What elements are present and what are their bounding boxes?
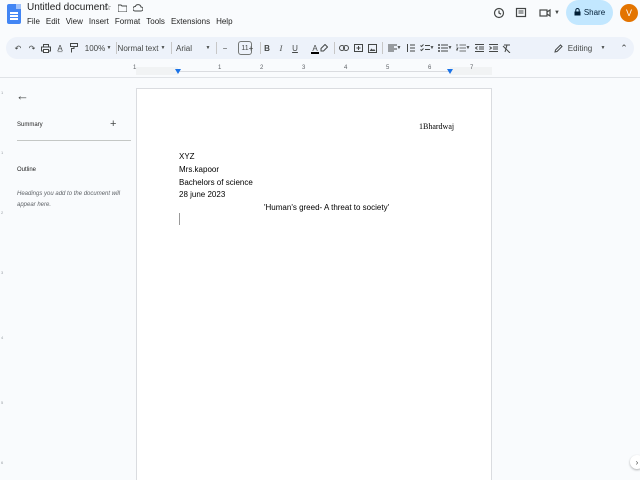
right-indent-marker[interactable] (447, 69, 453, 74)
highlight-icon[interactable] (319, 37, 329, 59)
document-line[interactable]: Mrs.kapoor (179, 165, 219, 174)
decrease-font-size-button[interactable]: − (220, 37, 230, 59)
vertical-ruler: 1 1 2 3 4 5 6 (1, 90, 4, 465)
numbered-list-dropdown-icon[interactable]: ▼ (465, 37, 471, 59)
document-title-line[interactable]: 'Human's greed- A threat to society' (264, 203, 389, 212)
share-button[interactable]: Share (566, 0, 613, 25)
ruler-number: 6 (428, 65, 432, 71)
document-line[interactable]: Bachelors of science (179, 178, 253, 187)
document-line[interactable]: 28 june 2023 (179, 190, 225, 199)
toolbar: ↶ ↷ A̲ 100% ▼ Normal text ▼ Arial ▼ − 11… (6, 37, 634, 59)
add-comment-icon[interactable] (352, 37, 364, 59)
move-folder-icon[interactable] (117, 2, 128, 13)
text-color-indicator (311, 52, 319, 54)
editing-mode-select[interactable]: Editing (566, 37, 594, 59)
insert-image-icon[interactable] (366, 37, 378, 59)
redo-icon[interactable]: ↷ (26, 37, 38, 59)
ruler-number: 7 (470, 65, 474, 71)
ruler-number: 5 (386, 65, 390, 71)
editing-mode-dropdown-icon[interactable]: ▼ (600, 37, 606, 59)
menu-bar: File Edit View Insert Format Tools Exten… (27, 17, 233, 26)
page-header-text[interactable]: 1Bhardwaj (419, 122, 454, 131)
version-history-icon[interactable] (492, 6, 506, 20)
outline-hint: Headings you add to the document will ap… (17, 191, 121, 208)
print-icon[interactable] (40, 37, 52, 59)
meet-dropdown-icon[interactable]: ▼ (550, 6, 564, 20)
menu-edit[interactable]: Edit (46, 17, 60, 26)
document-page[interactable]: 1Bhardwaj XYZ Mrs.kapoor Bachelors of sc… (136, 88, 492, 480)
ruler-number: 2 (260, 65, 264, 71)
ruler-number: 4 (344, 65, 348, 71)
cloud-saved-icon[interactable] (132, 2, 143, 13)
checklist-dropdown-icon[interactable]: ▼ (429, 37, 435, 59)
bold-button[interactable]: B (262, 37, 272, 59)
line-spacing-icon[interactable] (404, 37, 416, 59)
bulleted-list-dropdown-icon[interactable]: ▼ (447, 37, 453, 59)
add-summary-button[interactable]: + (110, 118, 116, 130)
ruler-number: 1 (133, 65, 137, 71)
menu-extensions[interactable]: Extensions (171, 17, 210, 26)
decrease-indent-icon[interactable] (473, 37, 485, 59)
font-dropdown-icon[interactable]: ▼ (205, 37, 211, 59)
menu-insert[interactable]: Insert (89, 17, 109, 26)
document-title[interactable]: Untitled document (27, 2, 108, 13)
zoom-select[interactable]: 100% (82, 37, 108, 59)
menu-format[interactable]: Format (115, 17, 140, 26)
document-line[interactable]: XYZ (179, 152, 195, 161)
lock-icon (574, 7, 581, 18)
account-avatar[interactable]: V (620, 4, 638, 22)
italic-button[interactable]: I (276, 37, 286, 59)
document-outline-sidebar: ← Summary + Outline Headings you add to … (10, 82, 131, 480)
increase-font-size-button[interactable]: + (246, 37, 256, 59)
menu-help[interactable]: Help (216, 17, 232, 26)
link-icon[interactable] (338, 37, 350, 59)
menu-view[interactable]: View (66, 17, 83, 26)
text-cursor (179, 213, 180, 225)
back-arrow-icon[interactable]: ← (16, 88, 29, 103)
font-select[interactable]: Arial (176, 37, 192, 59)
docs-logo-icon[interactable] (7, 4, 21, 24)
collapse-menus-icon[interactable]: ⌃ (618, 37, 630, 59)
zoom-dropdown-icon[interactable]: ▼ (106, 37, 112, 59)
explore-icon[interactable]: › (630, 455, 640, 469)
increase-indent-icon[interactable] (487, 37, 499, 59)
outline-label: Outline (17, 167, 37, 173)
summary-label: Summary (17, 122, 43, 128)
ruler-number: 1 (218, 65, 222, 71)
share-label: Share (583, 8, 606, 17)
editing-pencil-icon[interactable] (552, 37, 564, 59)
comments-icon[interactable] (514, 6, 528, 20)
undo-icon[interactable]: ↶ (12, 37, 24, 59)
menu-file[interactable]: File (27, 17, 40, 26)
ruler-number: 3 (302, 65, 306, 71)
left-indent-marker[interactable] (175, 69, 181, 74)
clear-formatting-icon[interactable] (500, 37, 512, 59)
menu-tools[interactable]: Tools (146, 17, 165, 26)
style-dropdown-icon[interactable]: ▼ (160, 37, 166, 59)
underline-button[interactable]: U (290, 37, 300, 59)
align-dropdown-icon[interactable]: ▼ (396, 37, 402, 59)
spellcheck-icon[interactable]: A̲ (54, 37, 66, 59)
paint-format-icon[interactable] (68, 37, 80, 59)
horizontal-ruler[interactable]: 1 1 2 3 4 5 6 7 (133, 64, 492, 76)
style-select[interactable]: Normal text (118, 37, 159, 59)
star-icon[interactable]: ☆ (102, 2, 113, 13)
summary-divider (17, 140, 131, 141)
